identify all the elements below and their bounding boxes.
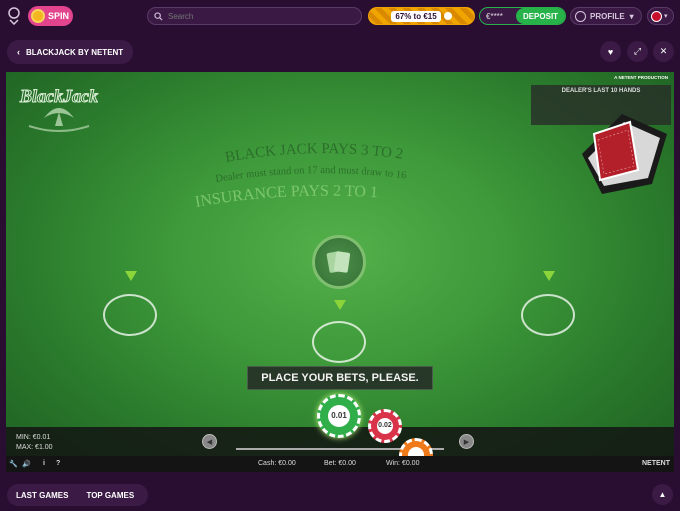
game-control-bar: 🔧 🔊 i ? Cash: €0.00 Bet: €0.00 Win: €0.0… bbox=[6, 456, 674, 472]
help-icon[interactable]: ? bbox=[56, 460, 60, 467]
top-bar: SPIN 67% to €15 €**** DEPOSIT PROFILE ▾ … bbox=[0, 0, 680, 32]
win-value: Win: €0.00 bbox=[386, 460, 420, 467]
svg-text:Dealer must stand on 17 and mu: Dealer must stand on 17 and must draw to… bbox=[215, 165, 407, 185]
bet-spot-2[interactable] bbox=[312, 321, 366, 363]
search-icon bbox=[154, 11, 163, 21]
chips-prev-button[interactable]: ◀ bbox=[202, 434, 217, 449]
info-icon[interactable]: i bbox=[43, 460, 45, 467]
chevron-down-icon: ▾ bbox=[664, 13, 668, 20]
sound-icon[interactable]: 🔊 bbox=[22, 460, 31, 468]
coin-icon bbox=[31, 9, 45, 23]
avatar-icon bbox=[575, 10, 586, 22]
svg-text:INSURANCE PAYS 2 TO 1: INSURANCE PAYS 2 TO 1 bbox=[194, 183, 379, 211]
close-button[interactable]: ✕ bbox=[653, 41, 674, 62]
chip-0-02[interactable]: 0.02 bbox=[368, 409, 402, 443]
table-felt-text: BLACK JACK PAYS 3 TO 2 Dealer must stand… bbox=[194, 141, 407, 211]
bonus-progress-text: 67% to €15 bbox=[391, 10, 441, 22]
max-bet-label: MAX: €1.00 bbox=[16, 444, 53, 451]
chip-value: 0.02 bbox=[376, 417, 394, 435]
game-canvas[interactable]: BlackJack A NETENT PRODUCTION DEALER'S L… bbox=[6, 72, 674, 472]
profile-label: PROFILE bbox=[590, 11, 625, 21]
wallet-balance[interactable]: €**** bbox=[480, 12, 516, 21]
profile-menu[interactable]: PROFILE ▾ bbox=[570, 7, 642, 25]
chevron-left-icon: ◀ bbox=[206, 438, 213, 446]
chevron-right-icon: ▶ bbox=[463, 438, 470, 446]
spin-label: SPIN bbox=[48, 11, 70, 21]
bet-spot-1[interactable] bbox=[103, 294, 157, 336]
min-bet-label: MIN: €0.01 bbox=[16, 434, 51, 441]
chip-value: 0.01 bbox=[327, 404, 351, 428]
wallet[interactable]: €**** DEPOSIT bbox=[479, 7, 566, 25]
language-selector[interactable]: ▾ bbox=[647, 7, 674, 25]
cards-icon bbox=[326, 251, 351, 273]
payout-text: BLACK JACK PAYS 3 TO 2 bbox=[224, 141, 404, 166]
place-bets-message: PLACE YOUR BETS, PLEASE. bbox=[247, 366, 433, 390]
back-button[interactable]: ‹ BLACKJACK BY NETENT bbox=[7, 40, 134, 64]
seat-3-indicator bbox=[543, 271, 555, 281]
tab-last-games[interactable]: LAST GAMES bbox=[7, 491, 77, 500]
search-box[interactable] bbox=[147, 7, 362, 25]
favorite-button[interactable]: ♥ bbox=[600, 41, 621, 62]
site-logo-icon[interactable] bbox=[6, 7, 22, 25]
fullscreen-button[interactable]: ⤢ bbox=[627, 41, 648, 62]
seat-2-indicator bbox=[334, 300, 346, 310]
games-tabs: LAST GAMES TOP GAMES bbox=[7, 484, 148, 506]
game-title: BLACKJACK BY NETENT bbox=[26, 47, 124, 57]
bonus-progress-bar[interactable]: 67% to €15 bbox=[368, 7, 475, 25]
chevron-left-icon: ‹ bbox=[17, 47, 20, 57]
heart-icon: ♥ bbox=[607, 46, 614, 57]
chips-next-button[interactable]: ▶ bbox=[459, 434, 474, 449]
close-icon: ✕ bbox=[659, 46, 668, 56]
bottom-nav: LAST GAMES TOP GAMES ▲ bbox=[0, 476, 680, 511]
game-header: ‹ BLACKJACK BY NETENT ♥ ⤢ ✕ bbox=[0, 32, 680, 70]
coin-icon bbox=[443, 12, 452, 20]
insurance-text: INSURANCE PAYS 2 TO 1 bbox=[194, 183, 379, 211]
svg-text:BLACK JACK PAYS 3 TO 2: BLACK JACK PAYS 3 TO 2 bbox=[224, 141, 404, 166]
settings-icon[interactable]: 🔧 bbox=[9, 460, 18, 468]
dealer-rule-text: Dealer must stand on 17 and must draw to… bbox=[215, 165, 407, 185]
cash-value: Cash: €0.00 bbox=[258, 460, 296, 467]
chip-0-01[interactable]: 0.01 bbox=[317, 394, 361, 438]
netent-brand: NETENT bbox=[642, 460, 670, 467]
seat-1-indicator bbox=[125, 271, 137, 281]
chevron-down-icon: ▾ bbox=[629, 11, 634, 21]
search-input[interactable] bbox=[168, 11, 348, 21]
chevron-up-icon: ▲ bbox=[658, 490, 667, 499]
scroll-up-button[interactable]: ▲ bbox=[652, 484, 673, 505]
flag-icon bbox=[651, 10, 662, 22]
bet-value: Bet: €0.00 bbox=[324, 460, 356, 467]
deposit-button[interactable]: DEPOSIT bbox=[516, 8, 565, 24]
table-limits: MIN: €0.01 MAX: €1.00 bbox=[16, 433, 53, 453]
dealer-card-spot bbox=[312, 235, 366, 289]
bet-spot-3[interactable] bbox=[521, 294, 575, 336]
expand-icon: ⤢ bbox=[633, 46, 642, 56]
spin-button[interactable]: SPIN bbox=[28, 6, 73, 26]
tab-top-games[interactable]: TOP GAMES bbox=[77, 491, 143, 500]
